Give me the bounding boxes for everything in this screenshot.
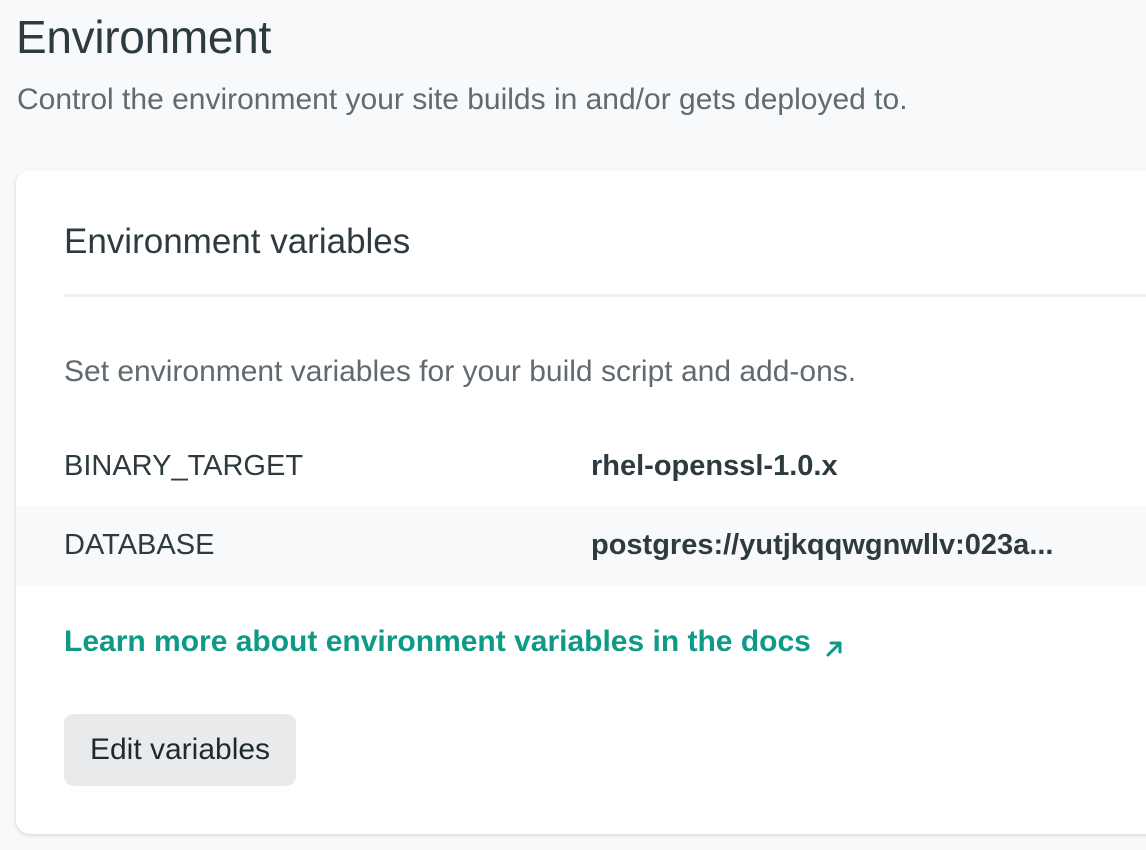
env-key: BINARY_TARGET <box>64 450 304 482</box>
docs-link[interactable]: Learn more about environment variables i… <box>64 622 845 662</box>
table-row: DATABASE postgres://yutjkqqwgnwllv:023a.… <box>16 506 1146 585</box>
edit-variables-button[interactable]: Edit variables <box>64 714 296 786</box>
env-variables-table: BINARY_TARGET rhel-openssl-1.0.x DATABAS… <box>16 427 1146 585</box>
card-title: Environment variables <box>64 222 411 261</box>
card-description: Set environment variables for your build… <box>64 355 857 388</box>
env-key: DATABASE <box>64 529 215 561</box>
external-arrow-icon <box>823 631 845 657</box>
docs-link-label: Learn more about environment variables i… <box>64 625 811 658</box>
page-title: Environment <box>16 11 271 63</box>
env-value: postgres://yutjkqqwgnwllv:023a... <box>591 529 1054 561</box>
page-subtitle: Control the environment your site builds… <box>17 83 908 116</box>
table-row: BINARY_TARGET rhel-openssl-1.0.x <box>16 427 1146 506</box>
card-divider <box>64 294 1146 297</box>
env-value: rhel-openssl-1.0.x <box>591 450 838 482</box>
environment-variables-card: Environment variables Set environment va… <box>16 170 1146 834</box>
